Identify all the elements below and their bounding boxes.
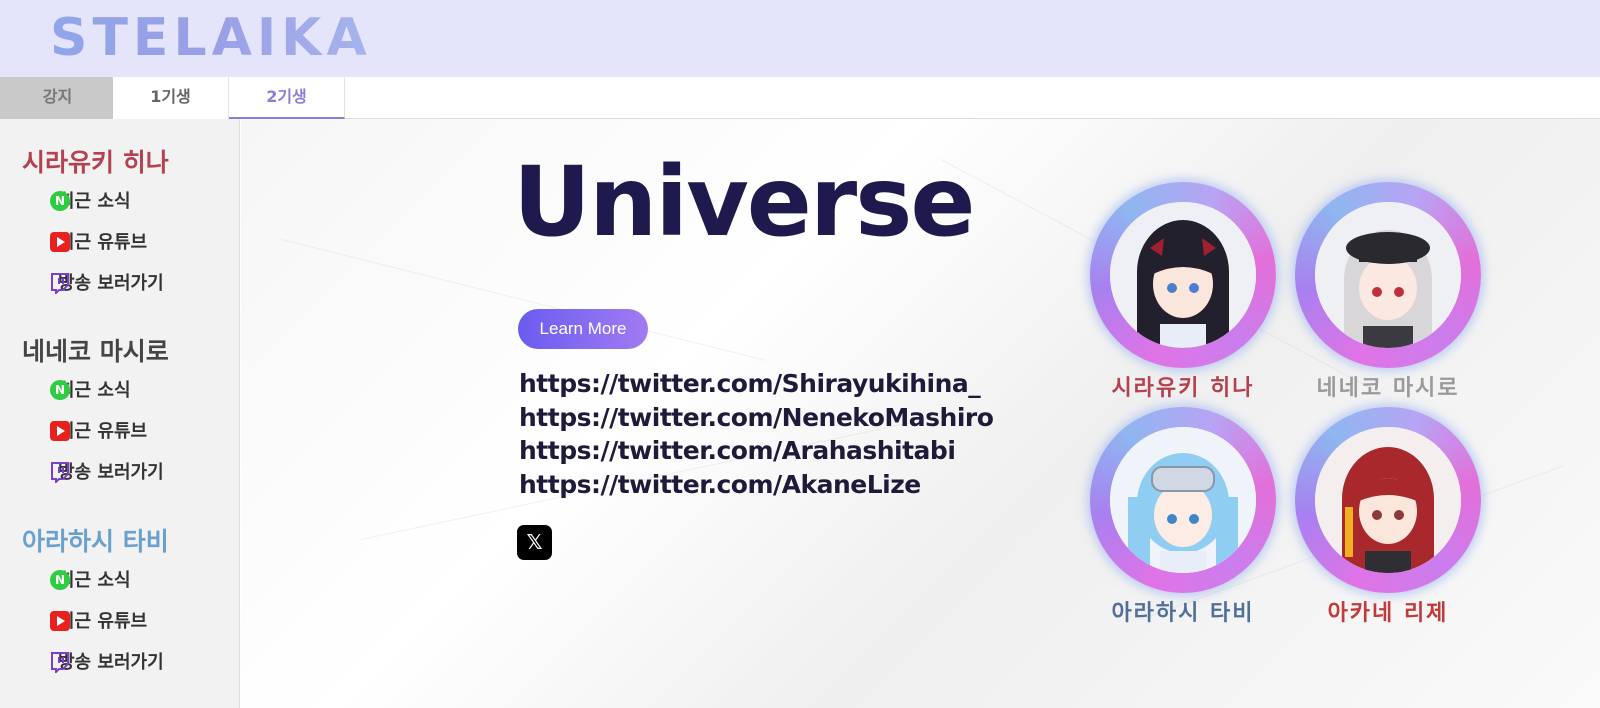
headline: Universe <box>513 146 975 258</box>
twitter-url[interactable]: https://twitter.com/Arahashitabi <box>519 434 993 468</box>
avatar-name: 아카네 리제 <box>1327 601 1449 626</box>
avatar-portrait-icon <box>1315 427 1461 573</box>
twitch-icon <box>51 462 69 483</box>
youtube-link[interactable]: 최근 유튜브 <box>0 411 232 452</box>
tab-gen1[interactable]: 1기생 <box>113 77 229 119</box>
news-link[interactable]: N 최근 소식 <box>0 181 232 222</box>
twitter-url[interactable]: https://twitter.com/NenekoMashiro <box>519 401 994 435</box>
logo[interactable]: STELAIKA <box>50 6 372 70</box>
news-link[interactable]: N 최근 소식 <box>0 370 232 411</box>
avatar-ring <box>1295 407 1481 593</box>
avatar-portrait-icon <box>1110 202 1256 348</box>
avatar-portrait-icon <box>1110 427 1256 573</box>
tab-bar: 강지 1기생 2기생 <box>0 77 1600 119</box>
avatar-ring <box>1090 182 1276 368</box>
x-logo-icon[interactable]: 𝕏 <box>517 525 552 560</box>
naver-icon: N <box>50 570 70 590</box>
avatar-name: 아라하시 타비 <box>1111 601 1255 626</box>
sidebar: 시라유키 히나 N 최근 소식 최근 유튜브 방송 보러가기 네네코 마시로 N… <box>0 119 240 708</box>
avatar-frame <box>1110 202 1256 348</box>
twitch-icon <box>51 273 69 294</box>
avatar-frame <box>1110 427 1256 573</box>
avatar-ring <box>1295 182 1481 368</box>
stream-link[interactable]: 방송 보러가기 <box>0 642 232 683</box>
youtube-icon <box>50 232 70 252</box>
news-link[interactable]: N 최근 소식 <box>0 560 232 601</box>
twitch-icon <box>51 652 69 673</box>
link-label: 최근 유튜브 <box>58 232 148 253</box>
member-name: 아라하시 타비 <box>22 527 169 556</box>
link-label: 방송 보러가기 <box>58 273 164 294</box>
twitter-url[interactable]: https://twitter.com/AkaneLize <box>519 468 993 502</box>
main-content: Universe Learn More https://twitter.com/… <box>241 119 1600 708</box>
avatar-name: 시라유키 히나 <box>1111 376 1255 401</box>
avatar-ring <box>1090 407 1276 593</box>
sidebar-member-mashiro: 네네코 마시로 N 최근 소식 최근 유튜브 방송 보러가기 <box>22 334 232 493</box>
link-label: 방송 보러가기 <box>58 652 164 673</box>
avatar-name: 네네코 마시로 <box>1316 376 1460 401</box>
twitter-url-list: https://twitter.com/Shirayukihina_ https… <box>519 367 994 502</box>
youtube-icon <box>50 611 70 631</box>
sidebar-member-tabi: 아라하시 타비 N 최근 소식 최근 유튜브 방송 보러가기 <box>22 524 232 683</box>
header: STELAIKA <box>0 0 1600 77</box>
naver-icon: N <box>50 191 70 211</box>
youtube-link[interactable]: 최근 유튜브 <box>0 222 232 263</box>
stream-link[interactable]: 방송 보러가기 <box>0 452 232 493</box>
avatar-frame <box>1315 427 1461 573</box>
tab-gangji[interactable]: 강지 <box>0 77 116 119</box>
link-label: 방송 보러가기 <box>58 462 164 483</box>
stream-link[interactable]: 방송 보러가기 <box>0 263 232 304</box>
member-name: 시라유키 히나 <box>22 148 169 177</box>
tab-gen2[interactable]: 2기생 <box>229 77 345 119</box>
member-name: 네네코 마시로 <box>22 337 169 366</box>
sidebar-member-hina: 시라유키 히나 N 최근 소식 최근 유튜브 방송 보러가기 <box>22 145 232 304</box>
naver-icon: N <box>50 380 70 400</box>
twitter-url[interactable]: https://twitter.com/Shirayukihina_ <box>519 367 993 401</box>
avatar-portrait-icon <box>1315 202 1461 348</box>
avatar-frame <box>1315 202 1461 348</box>
youtube-link[interactable]: 최근 유튜브 <box>0 601 232 642</box>
youtube-icon <box>50 421 70 441</box>
link-label: 최근 유튜브 <box>58 421 148 442</box>
link-label: 최근 유튜브 <box>58 611 148 632</box>
learn-more-button[interactable]: Learn More <box>518 309 648 349</box>
